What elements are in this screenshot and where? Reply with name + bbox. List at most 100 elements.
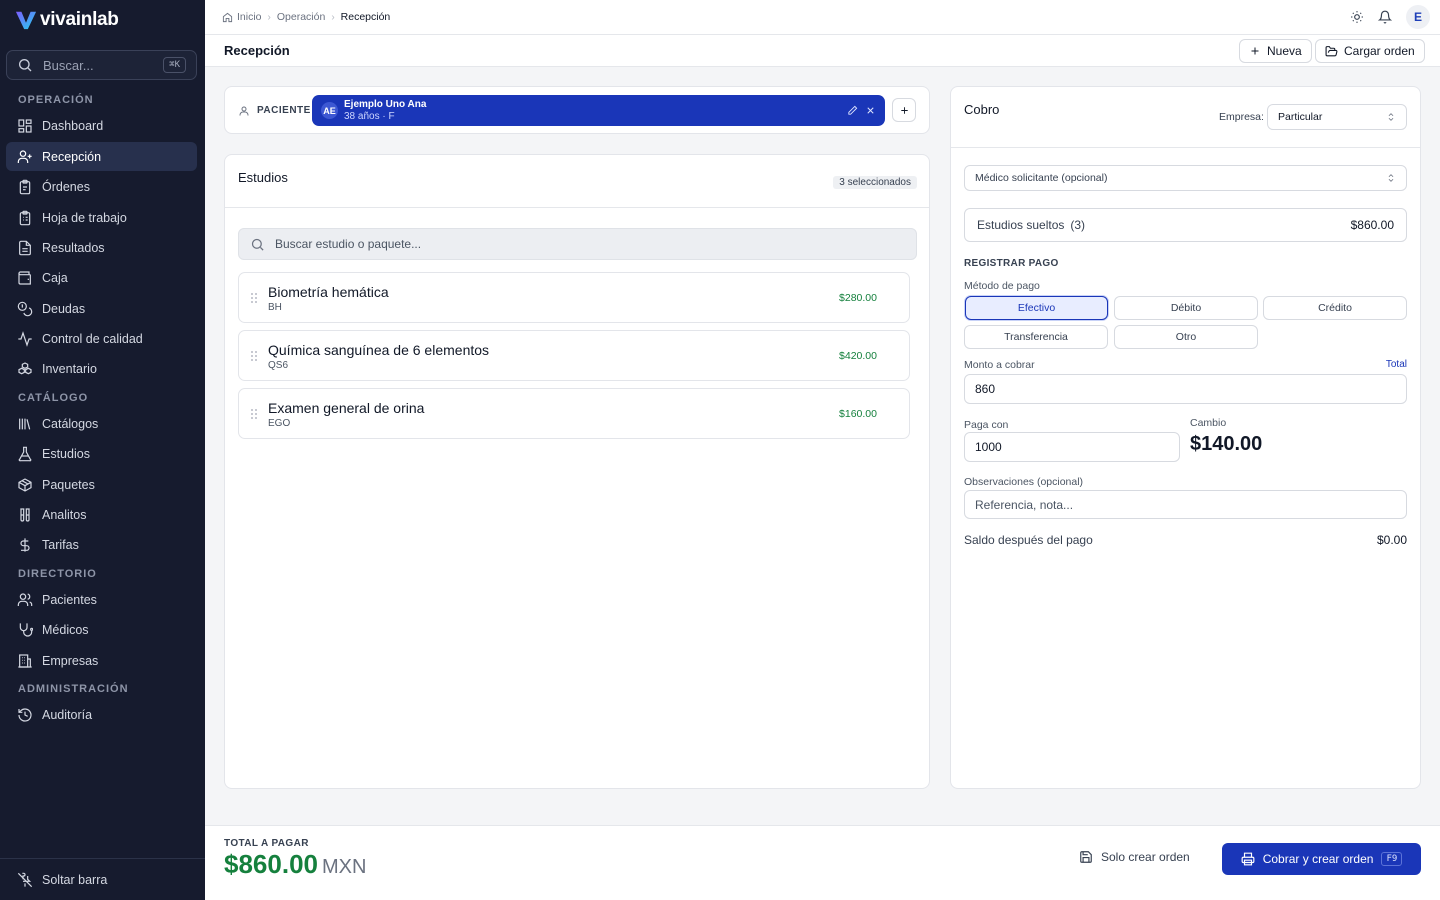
study-price: $160.00 (839, 408, 877, 420)
method-efectivo[interactable]: Efectivo (965, 296, 1108, 320)
sidebar-item-empresas[interactable]: Empresas (6, 646, 197, 675)
study-item[interactable]: Biometría hemática BH $280.00 (238, 272, 910, 323)
plus-icon (1251, 47, 1259, 55)
doctor-select[interactable]: Médico solicitante (opcional) (964, 165, 1407, 191)
sidebar-item-pacientes[interactable]: Pacientes (6, 585, 197, 614)
sidebar-item-label: Estudios (42, 446, 90, 461)
method-debito[interactable]: Débito (1114, 296, 1258, 320)
sidebar-item-medicos[interactable]: Médicos (6, 615, 197, 644)
notes-label: Observaciones (opcional) (964, 476, 1084, 488)
sidebar: vivainlab Buscar... ⌘K OPERACIÓN Dashboa… (0, 0, 205, 900)
topbar-actions: E (1350, 5, 1430, 29)
search-icon (19, 58, 32, 72)
method-credito[interactable]: Crédito (1263, 296, 1407, 320)
logo-mark-icon (15, 11, 37, 30)
bell-icon[interactable] (1378, 10, 1392, 24)
study-name: Examen general de orina (268, 400, 425, 416)
grip-icon[interactable] (250, 408, 258, 420)
sidebar-item-label: Paquetes (42, 477, 95, 492)
flask-icon (18, 446, 32, 461)
breadcrumb-operacion[interactable]: Operación (277, 11, 325, 23)
wallet-icon (18, 270, 31, 285)
save-icon (1080, 851, 1092, 863)
notes-input[interactable]: Referencia, nota... (964, 490, 1407, 519)
load-order-button[interactable]: Cargar orden (1315, 39, 1425, 63)
create-only-button[interactable]: Solo crear orden (1079, 850, 1190, 864)
brand-name: vivainlab (40, 9, 119, 30)
sidebar-item-hoja-de-trabajo[interactable]: Hoja de trabajo (6, 203, 197, 232)
patient-avatar: AE (321, 102, 338, 119)
user-icon (239, 106, 249, 116)
sidebar-item-tarifas[interactable]: Tarifas (6, 530, 197, 559)
search-icon (251, 238, 264, 251)
amount-input[interactable]: 860 (964, 374, 1407, 404)
building-icon (18, 653, 32, 668)
unpin-label: Soltar barra (42, 872, 108, 887)
method-transferencia[interactable]: Transferencia (964, 325, 1108, 349)
breadcrumb-inicio[interactable]: Inicio (237, 11, 262, 23)
boxes-icon (18, 361, 32, 374)
company-select[interactable]: Particular (1267, 104, 1407, 130)
history-icon (18, 707, 32, 722)
study-code: EGO (268, 418, 291, 429)
sidebar-item-deudas[interactable]: Deudas (6, 294, 197, 323)
sidebar-search[interactable]: Buscar... ⌘K (6, 50, 197, 80)
study-name: Biometría hemática (268, 284, 389, 300)
pays-with-value: 1000 (975, 440, 1002, 454)
add-patient-button[interactable] (892, 98, 916, 122)
amount-total-link[interactable]: Total (1386, 359, 1407, 370)
grip-icon[interactable] (250, 350, 258, 362)
sun-icon[interactable] (1350, 10, 1364, 24)
pays-with-input[interactable]: 1000 (964, 432, 1180, 462)
sidebar-item-ordenes[interactable]: Órdenes (6, 172, 197, 201)
sidebar-item-control-de-calidad[interactable]: Control de calidad (6, 324, 197, 353)
billing-card: Cobro Empresa: Particular Médico solicit… (950, 86, 1421, 789)
sidebar-item-paquetes[interactable]: Paquetes (6, 470, 197, 499)
close-icon[interactable] (865, 105, 876, 116)
user-avatar[interactable]: E (1406, 5, 1430, 29)
folder-open-icon (1325, 45, 1338, 56)
new-button-label: Nueva (1267, 44, 1302, 58)
sidebar-item-caja[interactable]: Caja (6, 263, 197, 292)
user-plus-icon (17, 149, 32, 163)
sidebar-item-catalogos[interactable]: Catálogos (6, 409, 197, 438)
divider (225, 207, 929, 208)
sidebar-item-label: Tarifas (42, 537, 79, 552)
sidebar-item-resultados[interactable]: Resultados (6, 233, 197, 262)
method-otro[interactable]: Otro (1114, 325, 1258, 349)
sidebar-item-label: Empresas (42, 653, 99, 668)
pays-with-label: Paga con (964, 419, 1009, 431)
studies-card: Estudios 3 seleccionados Buscar estudio … (224, 154, 930, 789)
sidebar-item-estudios[interactable]: Estudios (6, 439, 197, 468)
unpin-sidebar-button[interactable]: Soltar barra (6, 865, 197, 894)
sidebar-item-recepcion[interactable]: Recepción (6, 142, 197, 171)
charge-and-create-button[interactable]: Cobrar y crear orden F9 (1222, 843, 1421, 875)
sidebar-item-auditoria[interactable]: Auditoría (6, 700, 197, 729)
clipboard-list-icon (19, 210, 31, 225)
study-item[interactable]: Examen general de orina EGO $160.00 (238, 388, 910, 439)
sidebar-item-analitos[interactable]: Analitos (6, 500, 197, 529)
charge-and-create-label: Cobrar y crear orden (1262, 852, 1374, 866)
activity-icon (18, 330, 32, 347)
loose-studies-summary[interactable]: Estudios sueltos (3) $860.00 (964, 208, 1407, 242)
topbar: Inicio › Operación › Recepción E (205, 0, 1440, 35)
plus-icon (900, 106, 908, 114)
new-button[interactable]: Nueva (1239, 39, 1312, 63)
sidebar-item-inventario[interactable]: Inventario (6, 354, 197, 383)
sidebar-item-dashboard[interactable]: Dashboard (6, 111, 197, 140)
sidebar-item-label: Hoja de trabajo (42, 210, 127, 225)
grip-icon[interactable] (250, 292, 258, 304)
stethoscope-icon (19, 622, 33, 637)
sidebar-item-label: Analitos (42, 507, 87, 522)
sidebar-footer: Soltar barra (0, 858, 205, 887)
sidebar-item-label: Médicos (42, 622, 89, 637)
chevron-right-icon: › (331, 11, 335, 23)
study-item[interactable]: Química sanguínea de 6 elementos QS6 $42… (238, 330, 910, 381)
pin-off-icon (17, 872, 33, 887)
pencil-icon[interactable] (847, 105, 858, 116)
study-search-input[interactable]: Buscar estudio o paquete... (238, 228, 917, 260)
brand-logo[interactable]: vivainlab (15, 9, 119, 31)
patient-chip[interactable]: AE Ejemplo Uno Ana 38 años · F (312, 95, 885, 126)
patient-card: PACIENTE AE Ejemplo Uno Ana 38 años · F (224, 86, 930, 134)
studies-title: Estudios (238, 170, 288, 185)
